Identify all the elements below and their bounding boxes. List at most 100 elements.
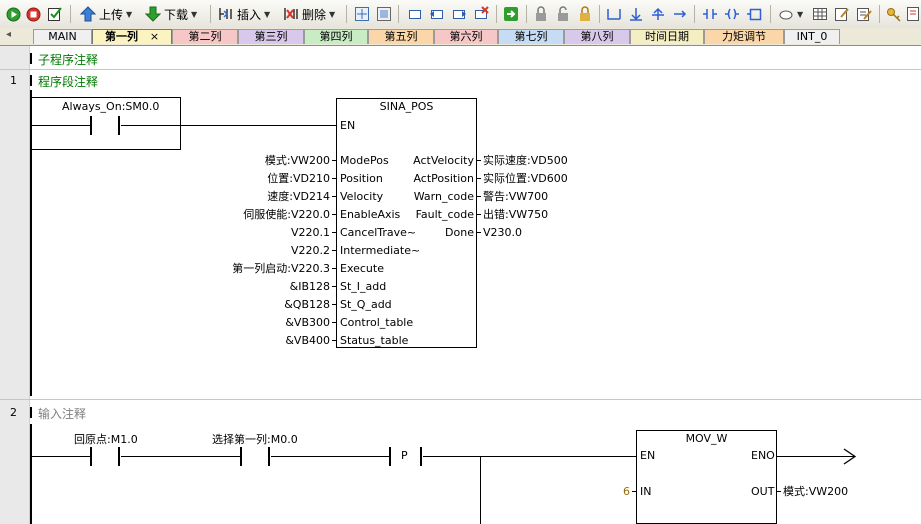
input-pin: Position [340, 172, 383, 185]
input-param[interactable]: 模式:VW200 [150, 154, 330, 167]
line-icon[interactable] [628, 5, 644, 23]
page-icon[interactable] [906, 5, 920, 23]
tab-col7[interactable]: 第七列 [498, 29, 564, 44]
tab-col4[interactable]: 第四列 [304, 29, 368, 44]
download-button[interactable]: 下载 ▼ [145, 5, 197, 23]
normally-open-contact[interactable] [90, 116, 120, 135]
delete-icon[interactable] [473, 5, 489, 23]
chevron-down-icon[interactable]: ▼ [264, 10, 270, 19]
tab-col8[interactable]: 第八列 [564, 29, 630, 44]
output-param[interactable]: 实际位置:VD600 [483, 172, 568, 185]
line-icon[interactable] [672, 5, 688, 23]
tab-datetime[interactable]: 时间日期 [630, 29, 704, 44]
in-value[interactable]: 6 [600, 485, 630, 498]
network-number[interactable]: 2 [10, 406, 17, 419]
table-icon[interactable] [812, 5, 828, 23]
chevron-down-icon[interactable]: ▼ [126, 10, 132, 19]
lock-icon[interactable] [577, 5, 593, 23]
contact-label[interactable]: 选择第一列:M0.0 [212, 431, 298, 447]
line-icon[interactable] [606, 5, 622, 23]
coil-icon[interactable] [724, 5, 740, 23]
output-param[interactable]: 实际速度:VD500 [483, 154, 568, 167]
wire [32, 456, 91, 457]
en-pin: EN [340, 119, 356, 132]
normally-open-contact[interactable] [90, 447, 120, 466]
toolbar-separator [526, 5, 527, 23]
tab-torque[interactable]: 力矩调节 [704, 29, 784, 44]
contact-label[interactable]: Always_On:SM0.0 [62, 100, 159, 113]
input-param[interactable]: &QB128 [150, 298, 330, 311]
chevron-down-icon[interactable]: ▼ [797, 10, 803, 19]
pin-tick [477, 214, 481, 215]
chevron-left-icon[interactable]: ◂ [6, 29, 11, 40]
out-param[interactable]: 模式:VW200 [783, 485, 848, 498]
box-icon[interactable] [746, 5, 762, 23]
network-icon[interactable] [376, 5, 392, 23]
ladder-editor[interactable]: 子程序注释 1 程序段注释 Always_On:SM0.0 SINA_POS E… [0, 46, 921, 524]
go-icon[interactable] [503, 5, 519, 23]
box-icon[interactable] [407, 5, 423, 23]
input-param[interactable]: &IB128 [150, 280, 330, 293]
box-icon[interactable] [429, 5, 445, 23]
delete-button[interactable]: 删除 ▼ [283, 5, 335, 23]
key-icon[interactable] [886, 5, 902, 23]
chevron-down-icon[interactable]: ▼ [329, 10, 335, 19]
zoom-icon[interactable]: ▼ [778, 5, 803, 23]
edit-icon[interactable] [834, 5, 850, 23]
insert-button[interactable]: 插入 ▼ [218, 5, 270, 23]
network-comment[interactable]: 输入注释 [38, 405, 86, 422]
edit-icon[interactable] [856, 5, 872, 23]
pin-tick [332, 178, 336, 179]
tab-main[interactable]: MAIN [33, 29, 92, 44]
input-param[interactable]: 位置:VD210 [150, 172, 330, 185]
block-title: SINA_POS [379, 100, 434, 113]
pin-tick [332, 232, 336, 233]
output-param[interactable]: V230.0 [483, 226, 522, 239]
pin-tick [332, 214, 336, 215]
network-comment[interactable]: 程序段注释 [38, 73, 98, 90]
tab-col3[interactable]: 第三列 [238, 29, 304, 44]
comment-marker [30, 407, 32, 418]
pin-tick [777, 491, 781, 492]
network-icon[interactable] [354, 5, 370, 23]
tab-int0[interactable]: INT_0 [784, 29, 840, 44]
network-gutter [0, 46, 29, 524]
tab-col5[interactable]: 第五列 [368, 29, 434, 44]
line-icon[interactable] [650, 5, 666, 23]
output-param[interactable]: 出错:VW750 [483, 208, 548, 221]
contact-icon[interactable] [702, 5, 718, 23]
out-pin: OUT [751, 485, 775, 498]
input-param[interactable]: &VB300 [150, 316, 330, 329]
normally-open-contact[interactable] [240, 447, 270, 466]
chevron-down-icon[interactable]: ▼ [191, 10, 197, 19]
input-param[interactable]: 速度:VD214 [150, 190, 330, 203]
input-param[interactable]: V220.1 [150, 226, 330, 239]
tab-col6[interactable]: 第六列 [434, 29, 498, 44]
in-pin: IN [640, 485, 652, 498]
lock-icon[interactable] [555, 5, 571, 23]
run-icon[interactable] [6, 5, 21, 23]
close-icon[interactable]: × [150, 30, 159, 43]
input-param[interactable]: 第一列启动:V220.3 [150, 262, 330, 275]
pin-tick [332, 286, 336, 287]
box-icon[interactable] [451, 5, 467, 23]
pin-tick [632, 491, 636, 492]
contact-label[interactable]: 回原点:M1.0 [74, 431, 138, 447]
toolbar: 上传 ▼ 下载 ▼ 插入 ▼ 删除 ▼ ▼ [0, 0, 921, 29]
stop-icon[interactable] [26, 5, 41, 23]
tab-col2[interactable]: 第二列 [172, 29, 238, 44]
compile-icon[interactable] [47, 5, 63, 23]
tab-label: 第一列 [104, 30, 138, 43]
pin-tick [477, 232, 481, 233]
tab-label: 第四列 [319, 30, 353, 43]
lock-icon[interactable] [533, 5, 549, 23]
subroutine-comment[interactable]: 子程序注释 [38, 51, 98, 68]
upload-button[interactable]: 上传 ▼ [80, 5, 132, 23]
network-number[interactable]: 1 [10, 74, 17, 87]
output-pin: Done [445, 226, 474, 239]
input-param[interactable]: 伺服使能:V220.0 [150, 208, 330, 221]
input-param[interactable]: &VB400 [150, 334, 330, 347]
input-param[interactable]: V220.2 [150, 244, 330, 257]
output-param[interactable]: 警告:VW700 [483, 190, 548, 203]
tab-col1[interactable]: 第一列 × [92, 29, 172, 44]
